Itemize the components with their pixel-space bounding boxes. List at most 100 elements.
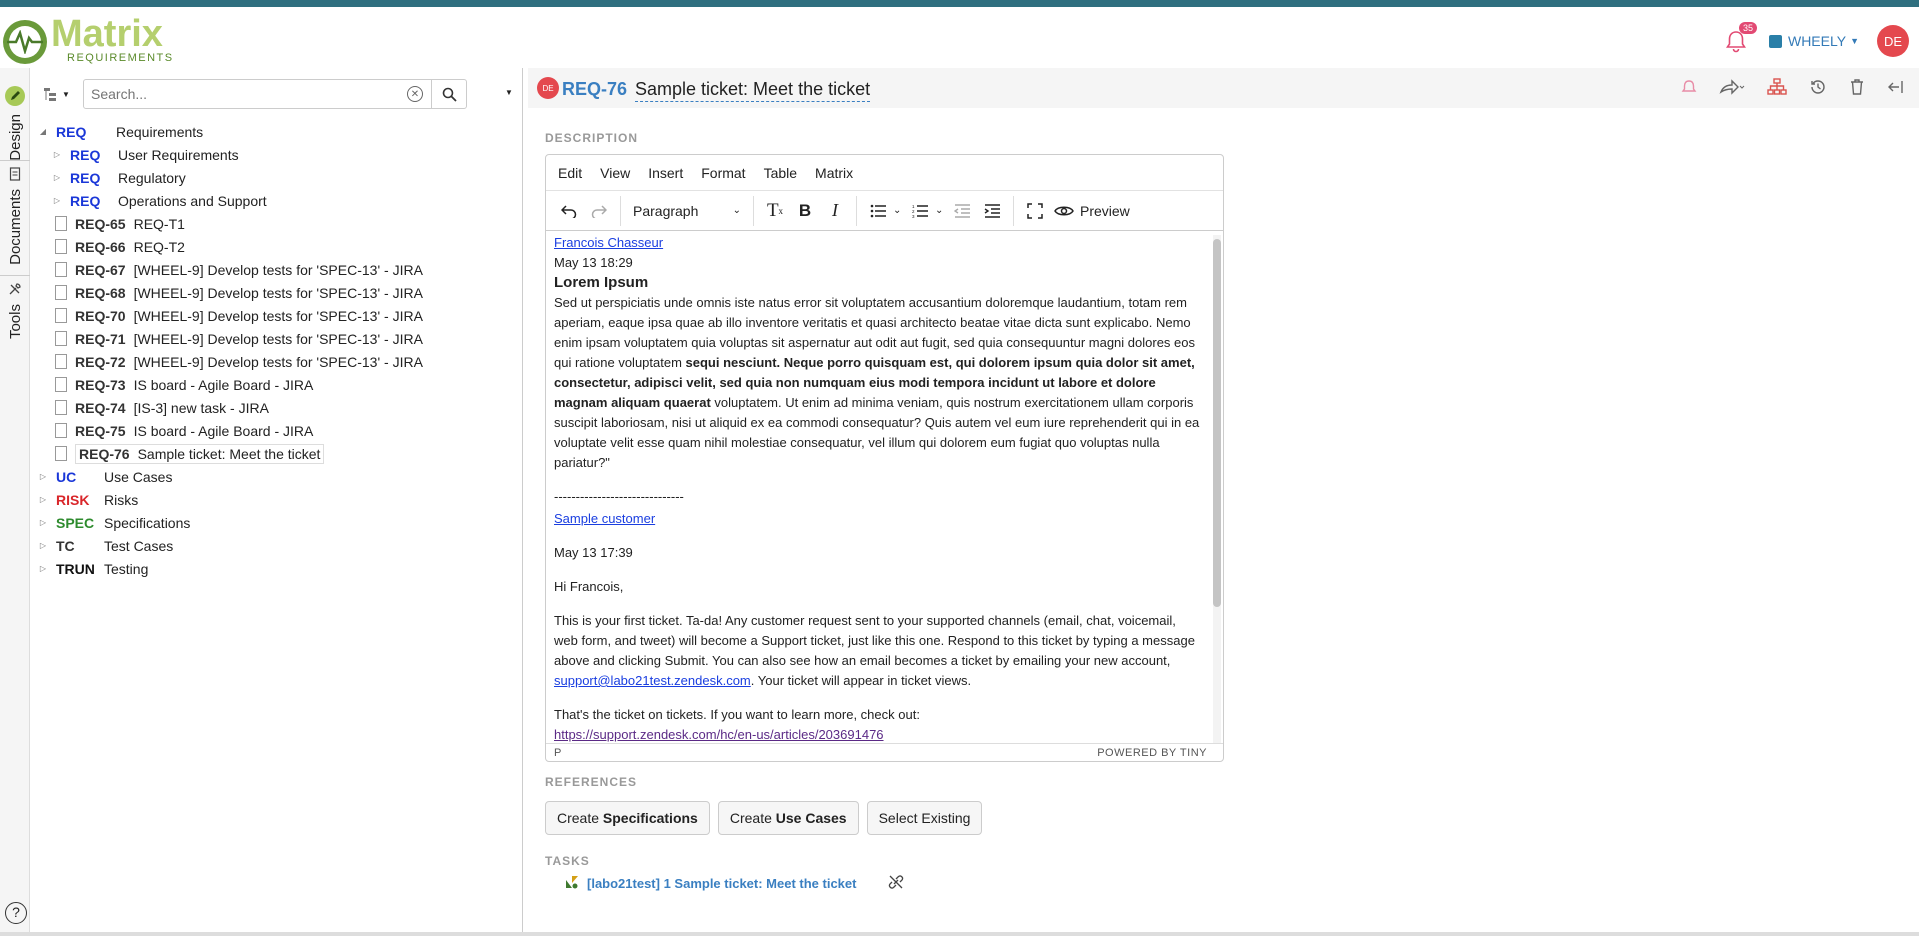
tree-item-id: REQ-65: [75, 215, 126, 232]
editor-scrollbar[interactable]: [1213, 235, 1221, 743]
category-code: RISK: [56, 491, 90, 508]
undo-icon[interactable]: [554, 196, 584, 226]
task-link[interactable]: [labo21test] 1 Sample ticket: Meet the t…: [587, 876, 856, 891]
tree-folder-requirements[interactable]: ◢ REQ Requirements: [31, 120, 511, 143]
eye-icon: [1054, 206, 1074, 215]
outdent-icon[interactable]: [947, 196, 977, 226]
collapsed-triangle-icon[interactable]: ▷: [52, 173, 62, 182]
italic-icon[interactable]: I: [820, 196, 850, 226]
references-section-label: REFERENCES: [545, 775, 638, 789]
user-avatar[interactable]: DE: [1877, 25, 1909, 57]
item-title-bar: DE REQ-76 Sample ticket: Meet the ticket: [528, 68, 1919, 108]
pencil-icon: [5, 86, 25, 106]
numbered-list-icon[interactable]: 123: [905, 196, 935, 226]
tree-item-req-71[interactable]: REQ-71 [WHEEL-9] Develop tests for 'SPEC-…: [31, 327, 511, 350]
tree-item-req-72[interactable]: REQ-72 [WHEEL-9] Develop tests for 'SPEC-…: [31, 350, 511, 373]
category-code: REQ: [70, 192, 101, 209]
rail-tab-documents[interactable]: Documents: [0, 160, 30, 265]
share-icon[interactable]: [1719, 79, 1745, 98]
create-use-cases-button[interactable]: Create Use Cases: [717, 801, 859, 835]
tree-item-id: REQ-74: [75, 399, 126, 416]
rail-tab-tools[interactable]: Tools: [0, 275, 30, 339]
tree-item-req-76[interactable]: REQ-76 Sample ticket: Meet the ticket: [31, 442, 511, 465]
tree-folder-operations-and-support[interactable]: ▷ REQ Operations and Support: [31, 189, 511, 212]
delete-trash-icon[interactable]: [1849, 78, 1865, 99]
tree-item-req-65[interactable]: REQ-65 REQ-T1: [31, 212, 511, 235]
tree-item-req-74[interactable]: REQ-74 [IS-3] new task - JIRA: [31, 396, 511, 419]
expanded-triangle-icon[interactable]: ◢: [38, 127, 48, 136]
matrix-logo[interactable]: Matrix REQUIREMENTS: [3, 14, 174, 66]
preview-button[interactable]: Preview: [1054, 203, 1130, 219]
author-link[interactable]: Francois Chasseur: [554, 235, 663, 250]
collapsed-triangle-icon[interactable]: ▷: [38, 564, 48, 573]
bold-icon[interactable]: B: [790, 196, 820, 226]
fullscreen-icon[interactable]: [1020, 196, 1050, 226]
editor-menu-edit[interactable]: Edit: [558, 165, 582, 181]
customer-link[interactable]: Sample customer: [554, 511, 655, 526]
item-title[interactable]: Sample ticket: Meet the ticket: [635, 79, 871, 102]
indent-icon[interactable]: [977, 196, 1007, 226]
tree-folder-testing[interactable]: ▷ TRUN Testing: [31, 557, 511, 580]
tree-item-req-66[interactable]: REQ-66 REQ-T2: [31, 235, 511, 258]
history-icon[interactable]: [1809, 78, 1827, 99]
editor-content[interactable]: Francois Chasseur May 13 18:29 Lorem Ips…: [546, 233, 1209, 743]
tree-item-req-68[interactable]: REQ-68 [WHEEL-9] Develop tests for 'SPEC-…: [31, 281, 511, 304]
block-format-select[interactable]: Paragraph ⌄: [627, 196, 747, 226]
element-path: P: [554, 746, 562, 759]
comment-date: May 13 18:29: [554, 255, 633, 270]
watch-bell-icon[interactable]: [1681, 79, 1697, 98]
support-email-link[interactable]: support@labo21test.zendesk.com: [554, 673, 751, 688]
chevron-down-icon[interactable]: ⌄: [893, 205, 905, 216]
bottom-border: [0, 932, 1919, 936]
tree-view-menu-icon[interactable]: ▼: [43, 86, 70, 102]
tree-folder-specifications[interactable]: ▷ SPEC Specifications: [31, 511, 511, 534]
collapsed-triangle-icon[interactable]: ▷: [38, 472, 48, 481]
search-options-caret-icon[interactable]: ▼: [505, 88, 513, 97]
tree-item-label: [WHEEL-9] Develop tests for 'SPEC-13' - …: [133, 284, 423, 301]
category-code: TRUN: [56, 560, 95, 577]
hierarchy-icon[interactable]: [1767, 78, 1787, 99]
tree-item-req-67[interactable]: REQ-67 [WHEEL-9] Develop tests for 'SPEC-…: [31, 258, 511, 281]
collapsed-triangle-icon[interactable]: ▷: [38, 541, 48, 550]
create-specifications-button[interactable]: Create Specifications: [545, 801, 710, 835]
help-icon[interactable]: ?: [5, 902, 27, 924]
unlink-icon[interactable]: [888, 874, 904, 893]
editor-menu-format[interactable]: Format: [701, 165, 745, 181]
project-selector[interactable]: WHEELY ▼: [1768, 33, 1859, 49]
clear-formatting-icon[interactable]: Tx: [760, 196, 790, 226]
collapse-panel-icon[interactable]: [1887, 79, 1905, 98]
collapsed-triangle-icon[interactable]: ▷: [52, 196, 62, 205]
clear-search-icon[interactable]: ✕: [407, 86, 423, 102]
notifications-bell-icon[interactable]: 35: [1725, 22, 1757, 56]
search-box: ✕: [83, 79, 467, 109]
search-icon[interactable]: [432, 87, 466, 102]
powered-by-tiny[interactable]: POWERED BY TINY: [1097, 747, 1207, 759]
editor-menu-insert[interactable]: Insert: [648, 165, 683, 181]
redo-icon[interactable]: [584, 196, 614, 226]
tree-folder-user-requirements[interactable]: ▷ REQ User Requirements: [31, 143, 511, 166]
select-existing-button[interactable]: Select Existing: [866, 801, 983, 835]
tree-folder-regulatory[interactable]: ▷ REQ Regulatory: [31, 166, 511, 189]
tree-item-req-70[interactable]: REQ-70 [WHEEL-9] Develop tests for 'SPEC-…: [31, 304, 511, 327]
collapsed-triangle-icon[interactable]: ▷: [38, 495, 48, 504]
tree-folder-use-cases[interactable]: ▷ UC Use Cases: [31, 465, 511, 488]
tree-item-label: [WHEEL-9] Develop tests for 'SPEC-13' - …: [133, 330, 423, 347]
tree-folder-test-cases[interactable]: ▷ TC Test Cases: [31, 534, 511, 557]
category-code: TC: [56, 537, 75, 554]
tree-item-req-73[interactable]: REQ-73 IS board - Agile Board - JIRA: [31, 373, 511, 396]
collapsed-triangle-icon[interactable]: ▷: [52, 150, 62, 159]
chevron-down-icon[interactable]: ⌄: [935, 205, 947, 216]
editor-menu-table[interactable]: Table: [764, 165, 797, 181]
category-label: User Requirements: [118, 146, 239, 163]
rail-tab-design[interactable]: Design: [0, 86, 30, 161]
search-input[interactable]: [84, 86, 407, 102]
editor-menu-matrix[interactable]: Matrix: [815, 165, 853, 181]
editor-menu-view[interactable]: View: [600, 165, 630, 181]
bullet-list-icon[interactable]: [863, 196, 893, 226]
tree-item-req-75[interactable]: REQ-75 IS board - Agile Board - JIRA: [31, 419, 511, 442]
tree-folder-risks[interactable]: ▷ RISK Risks: [31, 488, 511, 511]
collapsed-triangle-icon[interactable]: ▷: [38, 518, 48, 527]
tree-item-label: REQ-T1: [133, 215, 185, 232]
document-icon: [55, 331, 67, 346]
article-link[interactable]: https://support.zendesk.com/hc/en-us/art…: [554, 727, 884, 742]
